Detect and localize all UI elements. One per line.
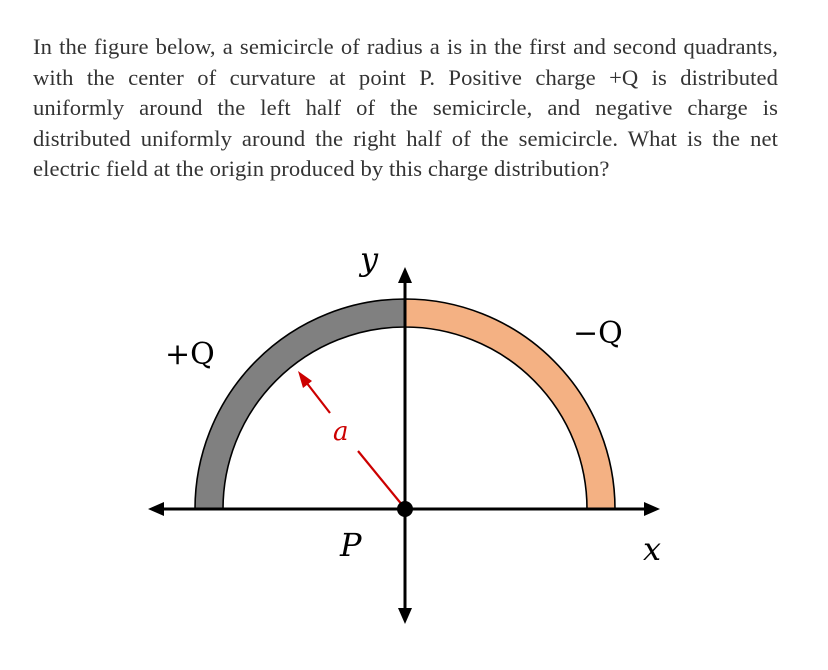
semicircle-figure: y x +Q −Q a P	[148, 240, 661, 624]
y-axis-label: y	[358, 240, 379, 278]
x-axis-left-arrow-icon	[148, 502, 164, 516]
center-label: P	[339, 526, 362, 564]
y-axis-down-arrow-icon	[398, 608, 412, 624]
negative-charge-label: −Q	[573, 316, 623, 351]
radius-line	[305, 381, 331, 414]
radius-line	[357, 450, 404, 507]
x-axis-label: x	[643, 530, 661, 568]
positive-charge-label: +Q	[165, 337, 215, 372]
x-axis-right-arrow-icon	[644, 502, 660, 516]
center-point	[397, 501, 413, 517]
y-axis-up-arrow-icon	[398, 267, 412, 283]
radius-label: a	[333, 417, 349, 447]
positive-charge-arc	[194, 298, 406, 510]
